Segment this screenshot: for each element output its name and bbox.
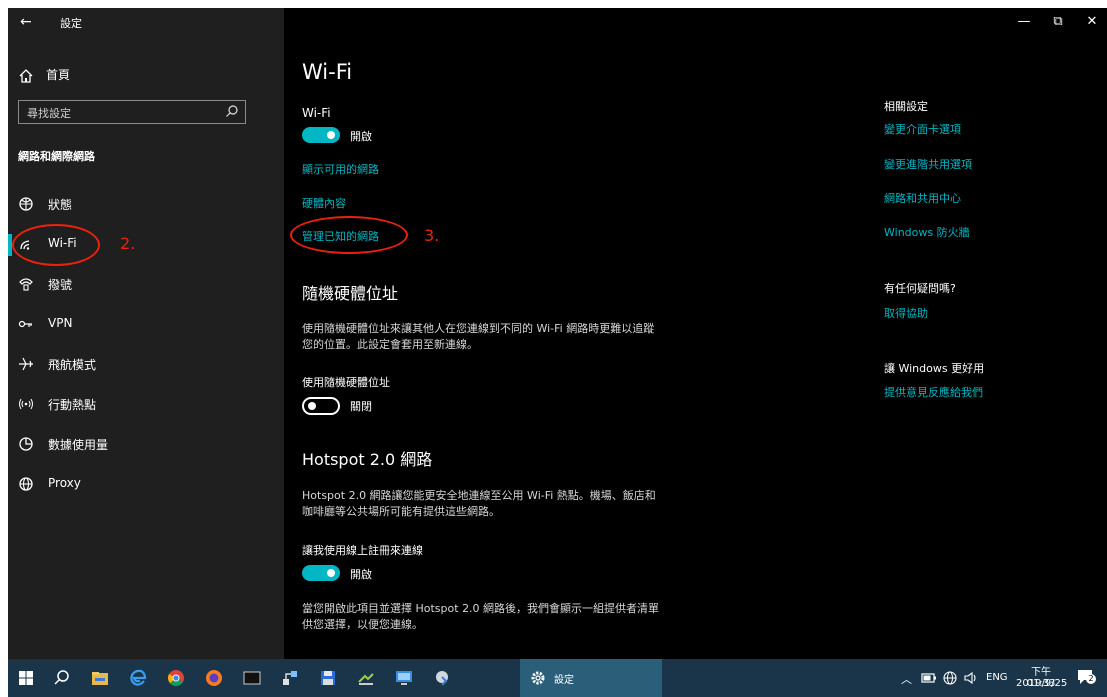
hardware-properties-link[interactable]: 硬體內容	[302, 195, 346, 211]
close-button[interactable]: ✕	[1082, 14, 1102, 29]
toggle-knob	[327, 131, 335, 139]
sidebar-item-label: Proxy	[48, 476, 81, 490]
related-link-firewall[interactable]: Windows 防火牆	[884, 224, 970, 240]
page-title: Wi-Fi	[302, 60, 353, 84]
clock-date[interactable]: 2019/9/25	[1016, 678, 1067, 689]
sidebar-item-data-usage[interactable]: 數據使用量	[8, 428, 284, 460]
random-mac-desc-1: 使用隨機硬體位址來讓其他人在您連線到不同的 Wi-Fi 網路時更難以追蹤	[302, 322, 655, 335]
better-windows-heading: 讓 Windows 更好用	[884, 362, 985, 375]
taskbar: 設定 ︿ ENG 下午 01:33 2019/9/25 2	[8, 659, 1107, 697]
terminal-icon[interactable]	[242, 668, 262, 688]
sidebar-item-label: 撥號	[48, 278, 73, 292]
random-mac-label: 使用隨機硬體位址	[302, 376, 390, 389]
toggle-knob	[308, 402, 316, 410]
sidebar-item-label: 飛航模式	[48, 358, 97, 372]
gear-icon	[531, 671, 545, 685]
sidebar-item-airplane[interactable]: 飛航模式	[8, 348, 284, 380]
hotspot-signup-label: 讓我使用線上註冊來連線	[302, 544, 423, 557]
network-globe-icon[interactable]	[942, 670, 958, 686]
globe-status-icon	[19, 197, 33, 211]
minimize-button[interactable]: —	[1014, 14, 1034, 29]
firefox-icon[interactable]	[204, 668, 224, 688]
get-help-link[interactable]: 取得協助	[884, 305, 928, 321]
save-disk-icon[interactable]	[318, 668, 338, 688]
annotation-circle-wifi	[12, 224, 100, 266]
edge-icon[interactable]	[128, 668, 148, 688]
battery-icon[interactable]	[921, 672, 937, 684]
windows-start-icon[interactable]	[16, 668, 36, 688]
feedback-link[interactable]: 提供意見反應給我們	[884, 384, 983, 400]
window-title: 設定	[60, 17, 82, 30]
hotspot-note-1: 當您開啟此項目並選擇 Hotspot 2.0 網路後，我們會顯示一組提供者清單	[302, 602, 660, 615]
toggle-knob	[327, 569, 335, 577]
annotation-label-2: 2.	[120, 234, 136, 253]
wifi-heading: Wi-Fi	[302, 106, 331, 120]
related-settings-heading: 相關設定	[884, 100, 928, 113]
random-mac-desc-2: 您的位置。此設定會套用至新連線。	[302, 338, 478, 351]
taskbar-settings-label: 設定	[554, 675, 574, 686]
wifi-toggle-state: 開啟	[350, 130, 372, 143]
sidebar-item-label: 行動熱點	[48, 398, 97, 412]
related-link-network-center[interactable]: 網路和共用中心	[884, 190, 961, 206]
random-mac-heading: 隨機硬體位址	[302, 284, 399, 303]
remote-desktop-icon[interactable]	[394, 668, 414, 688]
tray-overflow-chevron-icon[interactable]: ︿	[901, 671, 912, 687]
network-monitor-icon[interactable]	[432, 668, 452, 688]
airplane-icon	[19, 357, 33, 371]
notification-badge: 2	[1086, 674, 1096, 684]
home-icon[interactable]	[18, 68, 34, 84]
network-tool-icon[interactable]	[280, 668, 300, 688]
sidebar: ← 設定 首頁 尋找設定 網路和網際網路 狀態 Wi-Fi 撥號 VPN 飛航模…	[8, 8, 284, 659]
settings-window: ← 設定 首頁 尋找設定 網路和網際網路 狀態 Wi-Fi 撥號 VPN 飛航模…	[8, 8, 1107, 659]
sidebar-item-label: VPN	[48, 316, 73, 330]
hotspot-desc-1: Hotspot 2.0 網路讓您能更安全地連線至公用 Wi-Fi 熱點。機場、飯…	[302, 489, 656, 502]
search-input[interactable]: 尋找設定	[18, 100, 246, 124]
main-content: — ⧉ ✕ Wi-Fi Wi-Fi 開啟 顯示可用的網路 硬體內容 管理已知的網…	[284, 8, 1107, 659]
chrome-icon[interactable]	[166, 668, 186, 688]
volume-icon[interactable]	[963, 670, 979, 686]
sql-tool-icon[interactable]	[356, 668, 376, 688]
sidebar-item-label: 狀態	[48, 198, 73, 212]
hotspot-signup-state: 開啟	[350, 568, 372, 581]
search-icon[interactable]	[52, 668, 72, 688]
related-link-sharing[interactable]: 變更進階共用選項	[884, 156, 972, 172]
random-mac-state: 關閉	[350, 400, 372, 413]
hotspot-desc-2: 咖啡廳等公共場所可能有提供這些網路。	[302, 505, 500, 518]
ime-indicator[interactable]: ENG	[986, 672, 1008, 683]
help-heading: 有任何疑問嗎?	[884, 282, 956, 295]
globe-icon	[19, 477, 33, 491]
random-mac-toggle[interactable]	[302, 397, 340, 415]
home-link[interactable]: 首頁	[46, 66, 70, 83]
taskbar-settings-app[interactable]: 設定	[520, 659, 662, 697]
section-title: 網路和網際網路	[18, 150, 95, 163]
dialup-icon	[19, 278, 33, 291]
search-icon[interactable]	[225, 104, 239, 118]
hotspot-note-2: 供您選擇，以便您連線。	[302, 618, 423, 631]
vpn-icon	[18, 320, 32, 328]
data-usage-icon	[19, 437, 33, 451]
show-available-networks-link[interactable]: 顯示可用的網路	[302, 161, 379, 177]
file-explorer-icon[interactable]	[90, 668, 110, 688]
notification-center-button[interactable]: 2	[1076, 668, 1098, 688]
annotation-label-3: 3.	[424, 226, 440, 245]
hotspot-heading: Hotspot 2.0 網路	[302, 450, 433, 469]
sidebar-item-status[interactable]: 狀態	[8, 188, 284, 220]
hotspot-icon	[19, 398, 33, 410]
sidebar-item-hotspot[interactable]: 行動熱點	[8, 388, 284, 420]
restore-button[interactable]: ⧉	[1048, 14, 1068, 29]
annotation-circle-manage	[290, 216, 408, 254]
related-link-adapter[interactable]: 變更介面卡選項	[884, 121, 961, 137]
sidebar-item-label: 數據使用量	[48, 438, 109, 452]
wifi-toggle[interactable]	[302, 127, 340, 143]
sidebar-item-dialup[interactable]: 撥號	[8, 268, 284, 300]
back-arrow-icon[interactable]: ←	[20, 14, 32, 30]
sidebar-item-vpn[interactable]: VPN	[8, 308, 284, 340]
sidebar-item-proxy[interactable]: Proxy	[8, 468, 284, 500]
search-placeholder: 尋找設定	[27, 107, 71, 120]
hotspot-signup-toggle[interactable]	[302, 565, 340, 581]
